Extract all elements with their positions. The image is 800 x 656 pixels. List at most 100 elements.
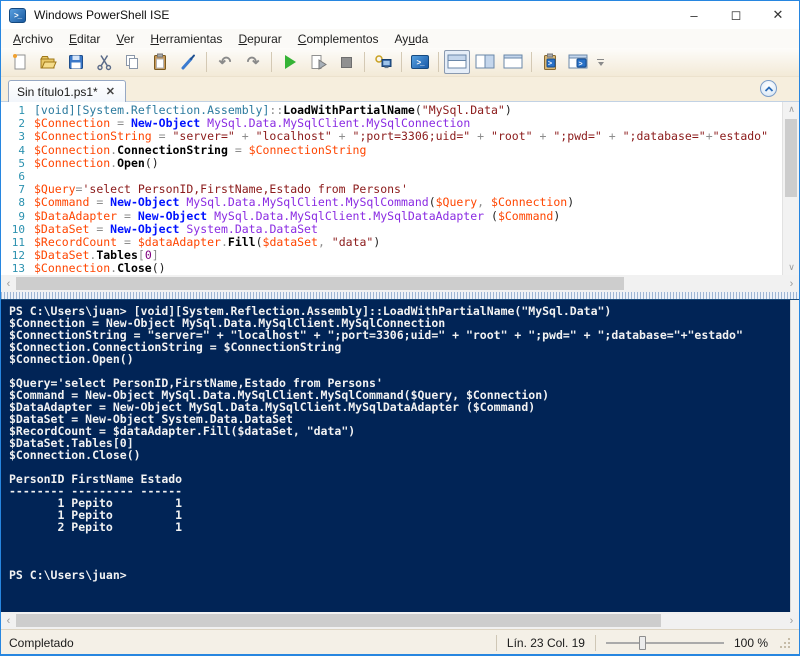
tab-close-icon[interactable]: ✕: [106, 85, 115, 98]
new-script-button[interactable]: [7, 50, 33, 74]
scroll-up-arrow-icon[interactable]: ∧: [783, 102, 799, 117]
stop-operation-button[interactable]: [333, 50, 359, 74]
save-script-button[interactable]: [63, 50, 89, 74]
toolbar-separator: [271, 52, 272, 72]
line-number: 8: [18, 196, 25, 210]
editor-vscroll-thumb[interactable]: [785, 119, 797, 197]
menu-archivo[interactable]: Archivo: [5, 31, 61, 47]
line-number: 5: [18, 156, 25, 170]
toolbar-separator: [401, 52, 402, 72]
editor-hscroll-thumb[interactable]: [16, 277, 624, 290]
console-line: PS C:\Users\juan>: [9, 568, 127, 582]
zoom-slider[interactable]: [605, 635, 724, 650]
scroll-right-arrow-icon[interactable]: ›: [784, 275, 799, 292]
addon-command-clipboard-button[interactable]: >: [537, 50, 563, 74]
resize-grip[interactable]: [778, 636, 791, 649]
title-bar: >_ Windows PowerShell ISE – ◻ ✕: [1, 1, 799, 29]
zoom-slider-thumb[interactable]: [639, 635, 646, 650]
status-text: Completado: [9, 635, 74, 650]
copy-button[interactable]: [119, 50, 145, 74]
console-pane[interactable]: PS C:\Users\juan> [void][System.Reflecti…: [1, 299, 799, 612]
menu-complementos[interactable]: Complementos: [290, 31, 387, 47]
scroll-left-arrow-icon[interactable]: ‹: [1, 612, 16, 629]
console-line: $Connection.Open(): [9, 352, 134, 366]
editor-code[interactable]: 1 [void][System.Reflection.Assembly]::Loa…: [1, 104, 782, 275]
line-number: 12: [11, 249, 25, 263]
run-script-button[interactable]: [277, 50, 303, 74]
minimize-button[interactable]: –: [673, 1, 715, 29]
run-play-icon: [284, 55, 296, 69]
open-folder-icon: [40, 56, 57, 69]
cut-button[interactable]: [91, 50, 117, 74]
chevron-down-icon: [597, 61, 604, 66]
paste-button[interactable]: [147, 50, 173, 74]
pane-splitter[interactable]: [1, 292, 799, 299]
line-number: 2: [18, 117, 25, 131]
scroll-down-arrow-icon[interactable]: ∨: [783, 260, 799, 275]
overflow-icon: [597, 58, 604, 60]
code-line[interactable]: 5 $Connection.Open(): [1, 156, 782, 170]
editor-vertical-scrollbar[interactable]: ∧ ∨: [782, 102, 799, 275]
editor-horizontal-scrollbar[interactable]: ‹ ›: [1, 275, 799, 292]
new-script-icon: [13, 54, 26, 70]
menu-herramientas[interactable]: Herramientas: [142, 31, 230, 47]
close-button[interactable]: ✕: [757, 1, 799, 29]
clear-console-icon: [181, 54, 195, 70]
menu-ver[interactable]: Ver: [108, 31, 142, 47]
toolbar: ↶ ↷ >_ > >: [1, 48, 799, 77]
scroll-left-arrow-icon[interactable]: ‹: [1, 275, 16, 292]
start-powershell-button[interactable]: >_: [407, 50, 433, 74]
maximize-button[interactable]: ◻: [715, 1, 757, 29]
console-vertical-scrollbar[interactable]: [790, 300, 799, 612]
zoom-level: 100 %: [733, 635, 768, 650]
show-script-pane-maximized-button[interactable]: [500, 50, 526, 74]
toolbar-separator: [531, 52, 532, 72]
tab-script-file[interactable]: Sin título1.ps1* ✕: [8, 80, 126, 102]
status-right-cluster: Lín. 23 Col. 19 100 %: [495, 634, 791, 651]
layout-split-right-icon: [475, 54, 495, 69]
statusbar-separator: [495, 634, 497, 651]
menu-depurar[interactable]: Depurar: [230, 31, 289, 47]
open-script-button[interactable]: [35, 50, 61, 74]
show-script-pane-right-button[interactable]: [472, 50, 498, 74]
addon-command-window-button[interactable]: >: [565, 50, 591, 74]
clear-console-button[interactable]: [175, 50, 201, 74]
remote-computer-icon: [374, 55, 391, 69]
layout-maximized-icon: [503, 54, 523, 69]
toolbar-overflow-button[interactable]: [597, 58, 604, 66]
zoom-slider-track[interactable]: [605, 641, 724, 644]
code-line[interactable]: 13 $Connection.Close(): [1, 262, 782, 275]
script-editor-pane[interactable]: 1 [void][System.Reflection.Assembly]::Loa…: [1, 102, 799, 275]
console-output[interactable]: PS C:\Users\juan> [void][System.Reflecti…: [9, 305, 787, 612]
menu-editar[interactable]: Editar: [61, 31, 108, 47]
stop-icon: [340, 56, 352, 68]
show-script-pane-top-button[interactable]: [444, 50, 470, 74]
run-selection-button[interactable]: [305, 50, 331, 74]
line-number: 4: [18, 143, 25, 157]
line-number: 13: [11, 262, 25, 275]
undo-button[interactable]: ↶: [212, 50, 238, 74]
collapse-script-pane-button[interactable]: [760, 80, 777, 97]
menu-ayuda[interactable]: Ayuda: [387, 31, 437, 47]
copy-icon: [126, 55, 138, 69]
undo-icon: ↶: [218, 53, 232, 71]
line-number: 9: [18, 209, 25, 223]
svg-text:>: >: [579, 61, 583, 68]
line-number: 11: [11, 235, 25, 249]
line-number: 3: [18, 130, 25, 144]
layout-split-top-icon: [447, 54, 467, 69]
toolbar-separator: [438, 52, 439, 72]
scroll-right-arrow-icon[interactable]: ›: [784, 612, 799, 629]
console-hscroll-thumb[interactable]: [16, 614, 661, 627]
redo-button[interactable]: ↷: [240, 50, 266, 74]
new-remote-powershell-tab-button[interactable]: [370, 50, 396, 74]
tab-label: Sin título1.ps1*: [17, 84, 98, 99]
powershell-icon: >_: [411, 55, 429, 69]
statusbar-separator: [594, 634, 596, 651]
line-number: 7: [18, 183, 25, 197]
console-horizontal-scrollbar[interactable]: ‹ ›: [1, 612, 799, 629]
status-bar: Completado Lín. 23 Col. 19 100 %: [1, 629, 799, 654]
toolbar-separator: [206, 52, 207, 72]
line-number: 1: [18, 104, 25, 117]
